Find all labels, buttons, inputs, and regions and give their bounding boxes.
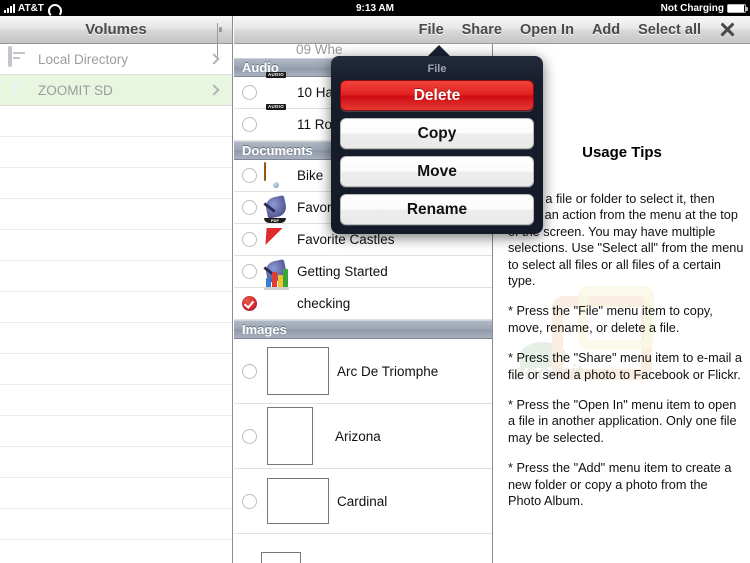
- sidebar-item-label: Local Directory: [38, 51, 129, 67]
- volumes-sidebar: Volumes Local Directory ZOOMIT SD: [0, 16, 233, 563]
- file-row-label: Arc De Triomphe: [337, 363, 439, 379]
- section-header-images: Images: [234, 320, 492, 339]
- sidebar-empty-row: [0, 261, 232, 292]
- carrier-label: AT&T: [18, 2, 44, 14]
- chevron-right-icon: [208, 84, 220, 96]
- row-checkbox[interactable]: [242, 168, 257, 183]
- top-menu-bar: File Share Open In Add Select all: [234, 16, 750, 44]
- sidebar-empty-row: [0, 137, 232, 168]
- sidebar-empty-row: [0, 540, 232, 563]
- file-row-label: Bike: [297, 168, 324, 183]
- row-checkbox[interactable]: [242, 232, 257, 247]
- photo-thumbnail: [267, 478, 329, 524]
- sidebar-empty-row: [0, 230, 232, 261]
- usage-tip-paragraph: * Press the "Open In" menu item to open …: [508, 398, 737, 445]
- popover-body: File Delete Copy Move Rename: [331, 56, 543, 234]
- file-row-cardinal[interactable]: Cardinal: [234, 469, 492, 534]
- sidebar-empty-row: [0, 354, 232, 385]
- sidebar-empty-row: [0, 323, 232, 354]
- usage-tip-paragraph: * Press the "Add" menu item to create a …: [508, 461, 732, 509]
- row-checkbox[interactable]: [242, 428, 257, 444]
- usage-tip-paragraph: Touch a file or folder to select it, the…: [508, 192, 744, 289]
- battery-status-label: Not Charging: [660, 2, 724, 14]
- sd-card-icon: [8, 79, 30, 101]
- sidebar-empty-row: [0, 416, 232, 447]
- file-row-arizona[interactable]: Arizona: [234, 404, 492, 469]
- file-row-label: Arizona: [335, 428, 381, 444]
- sidebar-empty-row: [0, 168, 232, 199]
- sidebar-item-label: ZOOMIT SD: [38, 82, 113, 98]
- popover-title: File: [427, 63, 447, 75]
- pdf-file-icon: PDF: [264, 217, 290, 253]
- photo-thumbnail: [261, 552, 301, 563]
- sidebar-empty-row: [0, 478, 232, 509]
- chevron-right-icon: [208, 53, 220, 65]
- copy-button[interactable]: Copy: [340, 118, 534, 149]
- file-row-label: Cardinal: [337, 493, 388, 509]
- signal-strength-icon: [4, 3, 15, 13]
- row-checkbox[interactable]: [242, 200, 257, 215]
- row-checkbox[interactable]: [242, 117, 257, 132]
- wifi-icon: [47, 4, 59, 13]
- photo-thumbnail: [267, 347, 329, 395]
- audio-file-icon: AUDIO: [264, 71, 290, 106]
- file-row-checking[interactable]: checking: [234, 268, 492, 320]
- row-checkbox[interactable]: [242, 85, 257, 100]
- file-row-partial-bottom[interactable]: [234, 534, 492, 563]
- battery-icon: [727, 3, 748, 13]
- drive-icon: [8, 46, 30, 70]
- delete-button[interactable]: Delete: [340, 80, 534, 111]
- row-checkbox[interactable]: [242, 363, 257, 379]
- file-row-label: checking: [297, 296, 351, 311]
- menu-item-add[interactable]: Add: [592, 22, 620, 38]
- sidebar-empty-row: [0, 292, 232, 323]
- close-icon[interactable]: [719, 21, 736, 38]
- keynote-file-icon: [264, 161, 290, 189]
- move-button[interactable]: Move: [340, 156, 534, 187]
- status-bar-right: Not Charging: [503, 3, 750, 14]
- menu-item-open-in[interactable]: Open In: [520, 22, 574, 38]
- audio-file-icon: AUDIO: [264, 103, 290, 138]
- numbers-chart-file-icon: [264, 268, 290, 317]
- sidebar-empty-row: [0, 199, 232, 230]
- sidebar-item-zoomit-sd[interactable]: ZOOMIT SD: [0, 75, 232, 106]
- menu-item-share[interactable]: Share: [462, 22, 502, 38]
- row-checkbox-selected[interactable]: [242, 296, 257, 311]
- usage-tip-paragraph: * Press the "Share" menu item to e-mail …: [508, 351, 742, 382]
- status-bar-left: AT&T: [0, 3, 248, 14]
- file-action-popover: File Delete Copy Move Rename: [331, 45, 543, 234]
- rename-button[interactable]: Rename: [340, 194, 534, 225]
- sidebar-empty-row: [0, 509, 232, 540]
- menu-item-select-all[interactable]: Select all: [638, 22, 701, 38]
- sidebar-empty-row: [0, 106, 232, 137]
- sidebar-toolbar: Volumes: [0, 16, 232, 60]
- status-bar: AT&T 9:13 AM Not Charging: [0, 0, 750, 16]
- status-bar-clock: 9:13 AM: [356, 2, 394, 14]
- row-checkbox[interactable]: [242, 493, 257, 509]
- menu-item-file[interactable]: File: [419, 22, 444, 38]
- row-checkbox[interactable]: [242, 264, 257, 279]
- pages-file-icon: [263, 194, 290, 221]
- sidebar-empty-row: [0, 385, 232, 416]
- ipad-screen: AT&T 9:13 AM Not Charging Volumes Local …: [0, 0, 750, 563]
- usage-tip-paragraph: * Press the "File" menu item to copy, mo…: [508, 304, 713, 335]
- file-row-label: Getting Started: [297, 264, 388, 279]
- photo-thumbnail: [267, 407, 313, 465]
- sidebar-title: Volumes: [85, 21, 147, 38]
- sidebar-empty-row: [0, 447, 232, 478]
- file-row-arc-de-triomphe[interactable]: Arc De Triomphe: [234, 339, 492, 404]
- sidebar-item-local-directory[interactable]: Local Directory: [0, 44, 232, 75]
- usage-tips-body: Touch a file or folder to select it, the…: [508, 191, 744, 524]
- file-row-label: Favorite Castles: [297, 232, 395, 247]
